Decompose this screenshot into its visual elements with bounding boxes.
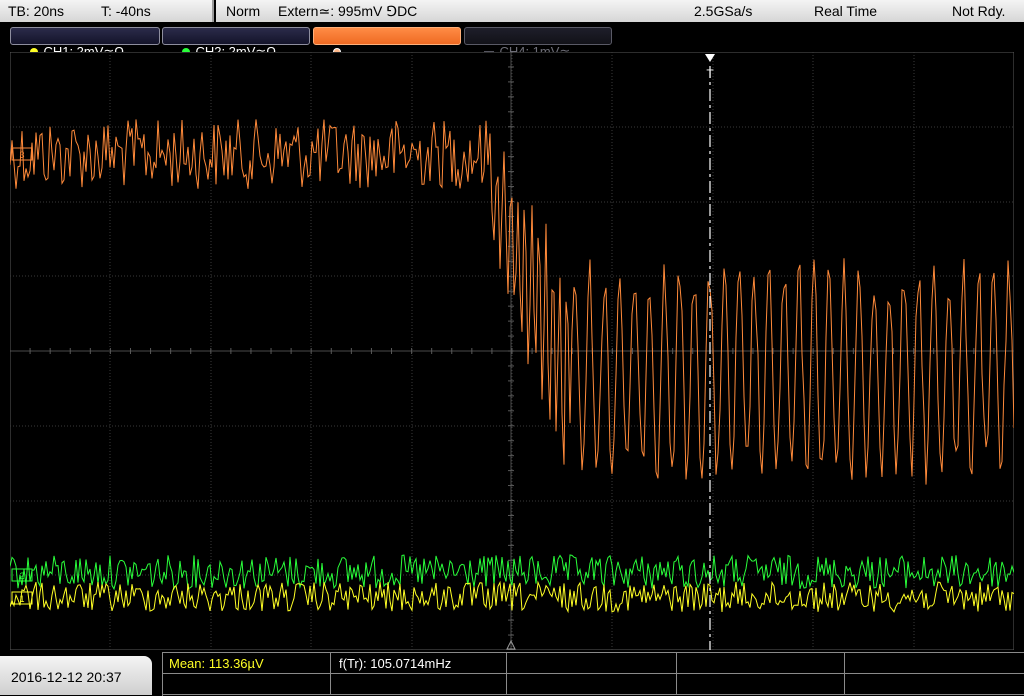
frequency-readout: f(Tr): 105.0714mHz	[339, 656, 452, 671]
svg-text:3: 3	[19, 150, 24, 160]
measurement-table: Mean: 113.36µV f(Tr): 105.0714mHz	[162, 652, 1024, 696]
date-time-panel[interactable]: 2016-12-12 20:37	[0, 656, 152, 695]
svg-text:2: 2	[19, 571, 24, 581]
measurement-cell-empty-8[interactable]	[845, 674, 1024, 695]
sample-rate-readout[interactable]: 2.5GSa/s	[694, 3, 752, 19]
channel-tabs: CH1: 2mV≃Ω CH2: 2mV≃Ω CH3: 1mV≃Ω CH4: 1m…	[0, 24, 1024, 59]
channel-tab-ch2[interactable]: CH2: 2mV≃Ω	[162, 27, 310, 59]
measurement-cell-freq[interactable]: f(Tr): 105.0714mHz	[331, 653, 507, 674]
waveform-display[interactable]: T 3 2 1	[10, 52, 1014, 650]
measurement-cell-empty-6[interactable]	[507, 674, 677, 695]
top-status-bar: TB: 20ns T: -40ns Norm Extern≃: 995mV ⅁D…	[0, 0, 1024, 24]
channel-tab-ch3[interactable]: CH3: 1mV≃Ω	[313, 27, 461, 59]
measurement-cell-empty-5[interactable]	[331, 674, 507, 695]
mean-readout: Mean: 113.36µV	[169, 656, 264, 671]
trigger-time-readout[interactable]: T: -40ns	[101, 3, 151, 19]
measurement-cell-empty-7[interactable]	[677, 674, 845, 695]
acquisition-mode-readout[interactable]: Real Time	[814, 3, 877, 19]
measurement-cell-mean[interactable]: Mean: 113.36µV	[163, 653, 331, 674]
channel-tab-ch1[interactable]: CH1: 2mV≃Ω	[10, 27, 160, 59]
timebase-readout[interactable]: TB: 20ns	[8, 3, 64, 19]
svg-text:1: 1	[19, 594, 24, 604]
measurement-bar: 2016-12-12 20:37 Mean: 113.36µV f(Tr): 1…	[0, 650, 1024, 696]
measurement-cell-empty-3[interactable]	[845, 653, 1024, 674]
channel-tab-ch4[interactable]: CH4: 1mV≃	[464, 27, 612, 59]
trigger-mode-readout[interactable]: Norm	[226, 3, 260, 19]
date-time: 2016-12-12 20:37	[11, 669, 122, 685]
measurement-cell-empty-1[interactable]	[507, 653, 677, 674]
status-readout: Not Rdy.	[952, 3, 1006, 19]
measurement-cell-empty-4[interactable]	[163, 674, 331, 695]
measurement-cell-empty-2[interactable]	[677, 653, 845, 674]
trigger-panel[interactable]: Norm Extern≃: 995mV ⅁DC 2.5GSa/s Real Ti…	[216, 0, 1024, 22]
timebase-panel[interactable]: TB: 20ns T: -40ns	[0, 0, 214, 22]
trigger-source-readout[interactable]: Extern≃: 995mV ⅁DC	[278, 3, 417, 20]
trigger-marker-label: T	[706, 67, 714, 81]
